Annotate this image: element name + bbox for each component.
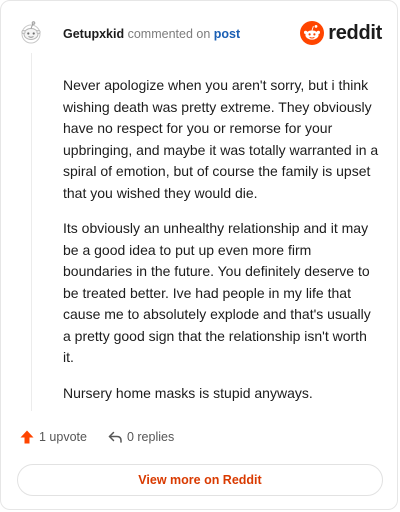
reddit-logo[interactable]: reddit [300, 21, 382, 45]
comment-paragraph: Nursery home masks is stupid anyways. [63, 384, 313, 401]
view-more-button[interactable]: View more on Reddit [17, 464, 383, 496]
reply-button[interactable]: 0 replies [107, 429, 174, 445]
comment-paragraph: Never apologize when you aren't sorry, b… [63, 77, 379, 201]
commented-on-label: commented on [127, 27, 211, 41]
thread-line [31, 53, 32, 411]
embedded-comment-card: Getupxkid commented on post reddit Never… [0, 0, 398, 510]
upvote-button[interactable]: 1 upvote [19, 429, 87, 445]
upvote-count: 1 upvote [39, 430, 87, 444]
comment-actions: 1 upvote 0 replies [19, 429, 194, 445]
comment-body: Never apologize when you aren't sorry, b… [63, 75, 381, 418]
comment-paragraph: Its obviously an unhealthy relationship … [63, 220, 371, 365]
username-link[interactable]: Getupxkid [63, 27, 124, 41]
post-link[interactable]: post [214, 27, 240, 41]
reddit-snoo-logo-icon [300, 21, 325, 45]
reply-arrow-icon [108, 431, 122, 443]
comment-header: Getupxkid commented on post [63, 27, 240, 42]
upvote-arrow-icon [20, 430, 34, 444]
snoo-avatar-icon[interactable] [18, 19, 44, 45]
reddit-wordmark: reddit [328, 22, 382, 44]
reply-count: 0 replies [126, 430, 175, 444]
